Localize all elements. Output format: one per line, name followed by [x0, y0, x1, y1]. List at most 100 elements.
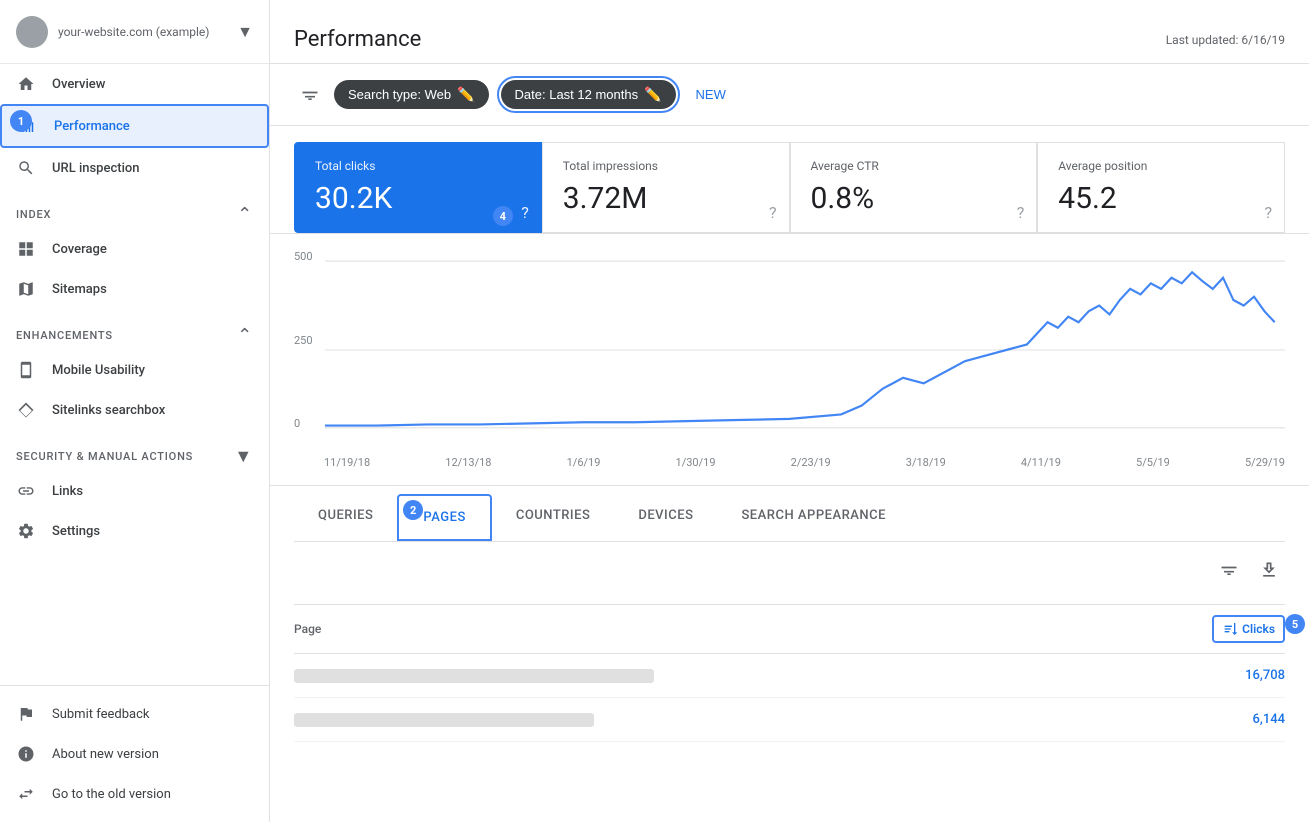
sidebar-item-label: Mobile Usability [52, 363, 145, 378]
diamond-icon [16, 400, 36, 420]
sidebar-item-overview[interactable]: Overview [0, 64, 269, 104]
last-updated-text: Last updated: 6/16/19 [1166, 33, 1285, 47]
table-url [294, 669, 1225, 683]
sidebar-item-settings[interactable]: Settings [0, 511, 269, 551]
stat-label: Total clicks [315, 159, 521, 173]
sidebar-item-about-new-version[interactable]: About new version [0, 734, 269, 774]
sidebar-header: your-website.com (example) ▼ [0, 0, 269, 64]
collapse-icon[interactable]: ⌃ [237, 325, 253, 346]
sidebar-item-coverage[interactable]: Coverage [0, 229, 269, 269]
sidebar-item-label: Coverage [52, 242, 107, 257]
table-filter-button[interactable] [1213, 554, 1245, 592]
table-row: 6,144 [294, 698, 1285, 742]
clicks-sort-wrapper: Clicks 5 [1212, 615, 1285, 643]
tab-devices[interactable]: DEVICES [614, 494, 717, 541]
sort-desc-icon [1222, 621, 1238, 637]
sidebar-item-label: Overview [52, 77, 105, 92]
col-clicks-header: Clicks 5 [1242, 622, 1275, 636]
footer-item-label: Submit feedback [52, 707, 149, 722]
edit-icon: ✏️ [457, 86, 474, 103]
tab-queries[interactable]: QUERIES [294, 494, 397, 541]
date-filter-button[interactable]: Date: Last 12 months ✏️ [501, 80, 676, 109]
help-icon: ? [1017, 203, 1025, 222]
swap-icon [16, 784, 36, 804]
collapse-icon[interactable]: ⌃ [237, 204, 253, 225]
sidebar-item-submit-feedback[interactable]: Submit feedback [0, 694, 269, 734]
stat-card-impressions[interactable]: Total impressions 3.72M ? [542, 142, 790, 233]
footer-item-label: About new version [52, 747, 159, 762]
search-icon [16, 158, 36, 178]
tab-search-appearance[interactable]: SEARCH APPEARANCE [717, 494, 910, 541]
tab-countries[interactable]: COUNTRIES [492, 494, 615, 541]
tab-pages[interactable]: 2 PAGES [397, 494, 491, 541]
stat-label: Average CTR [811, 159, 1017, 173]
home-icon [16, 74, 36, 94]
chart-container: 500 250 0 [294, 250, 1285, 450]
download-button[interactable] [1253, 554, 1285, 592]
security-section-header: Security & Manual Actions ▼ [0, 430, 269, 471]
chart-y-labels: 500 250 0 [294, 250, 313, 450]
sidebar-item-sitelinks-searchbox[interactable]: Sitelinks searchbox [0, 390, 269, 430]
chart-x-labels: 11/19/18 12/13/18 1/6/19 1/30/19 2/23/19… [294, 450, 1285, 469]
main-content: Performance Last updated: 6/16/19 Search… [270, 0, 1309, 822]
help-icon: ? [769, 203, 777, 222]
sidebar-item-label: Performance [54, 119, 130, 134]
performance-badge: 1 [10, 110, 32, 132]
main-header: Performance Last updated: 6/16/19 [270, 0, 1309, 64]
sidebar-item-go-to-old-version[interactable]: Go to the old version [0, 774, 269, 814]
table-url [294, 713, 1225, 727]
help-icon: ? [1264, 203, 1272, 222]
sidebar-item-performance[interactable]: 1 Performance [0, 104, 269, 148]
stat-label: Total impressions [563, 159, 769, 173]
stat-card-ctr[interactable]: Average CTR 0.8% ? [790, 142, 1038, 233]
link-icon [16, 481, 36, 501]
new-button[interactable]: NEW [688, 81, 734, 108]
footer-item-label: Go to the old version [52, 787, 171, 802]
stat-card-clicks[interactable]: Total clicks 30.2K ? 4 [294, 142, 542, 233]
sidebar-item-mobile-usability[interactable]: Mobile Usability [0, 350, 269, 390]
sidebar-item-label: Links [52, 484, 83, 499]
table-header: Page Clicks 5 [294, 605, 1285, 654]
sidebar-item-url-inspection[interactable]: URL inspection [0, 148, 269, 188]
sidebar-item-label: URL inspection [52, 161, 140, 176]
stats-row: Total clicks 30.2K ? 4 Total impressions… [270, 126, 1309, 234]
sidebar: your-website.com (example) ▼ Overview 1 … [0, 0, 270, 822]
stat-card-position[interactable]: Average position 45.2 ? [1037, 142, 1285, 233]
table-toolbar [294, 542, 1285, 605]
sidebar-item-label: Sitemaps [52, 282, 107, 297]
date-filter-wrapper: Date: Last 12 months ✏️ [497, 76, 680, 113]
avatar [16, 16, 48, 48]
help-icon: ? [521, 203, 529, 222]
badge-5: 5 [1285, 614, 1305, 634]
edit-icon: ✏️ [644, 86, 661, 103]
col-page-header: Page [294, 622, 1212, 636]
blurred-url [294, 669, 654, 683]
blurred-url [294, 713, 594, 727]
map-icon [16, 279, 36, 299]
page-title: Performance [294, 27, 421, 52]
account-text: your-website.com (example) [58, 25, 237, 39]
stat-value: 3.72M [563, 181, 769, 216]
chart-svg [294, 250, 1285, 450]
badge-2: 2 [403, 500, 423, 520]
toolbar: Search type: Web ✏️ Date: Last 12 months… [270, 64, 1309, 126]
chevron-down-icon[interactable]: ▼ [237, 22, 253, 42]
sidebar-item-sitemaps[interactable]: Sitemaps [0, 269, 269, 309]
chart-area: 500 250 0 11/19/18 12/13/18 1/6/19 1/30/… [270, 234, 1309, 486]
info-icon [16, 744, 36, 764]
search-type-button[interactable]: Search type: Web ✏️ [334, 80, 489, 109]
stat-value: 45.2 [1058, 181, 1264, 216]
stat-label: Average position [1058, 159, 1264, 173]
sidebar-footer: Submit feedback About new version Go to … [0, 685, 269, 822]
sidebar-item-label: Sitelinks searchbox [52, 403, 165, 418]
collapse-icon[interactable]: ▼ [234, 446, 253, 467]
table-row: 16,708 [294, 654, 1285, 698]
sidebar-item-links[interactable]: Links [0, 471, 269, 511]
filter-button[interactable] [294, 79, 326, 111]
gear-icon [16, 521, 36, 541]
enhancements-section-header: Enhancements ⌃ [0, 309, 269, 350]
grid-icon [16, 239, 36, 259]
flag-icon [16, 704, 36, 724]
stat-value: 0.8% [811, 181, 1017, 216]
badge-4: 4 [493, 206, 513, 226]
